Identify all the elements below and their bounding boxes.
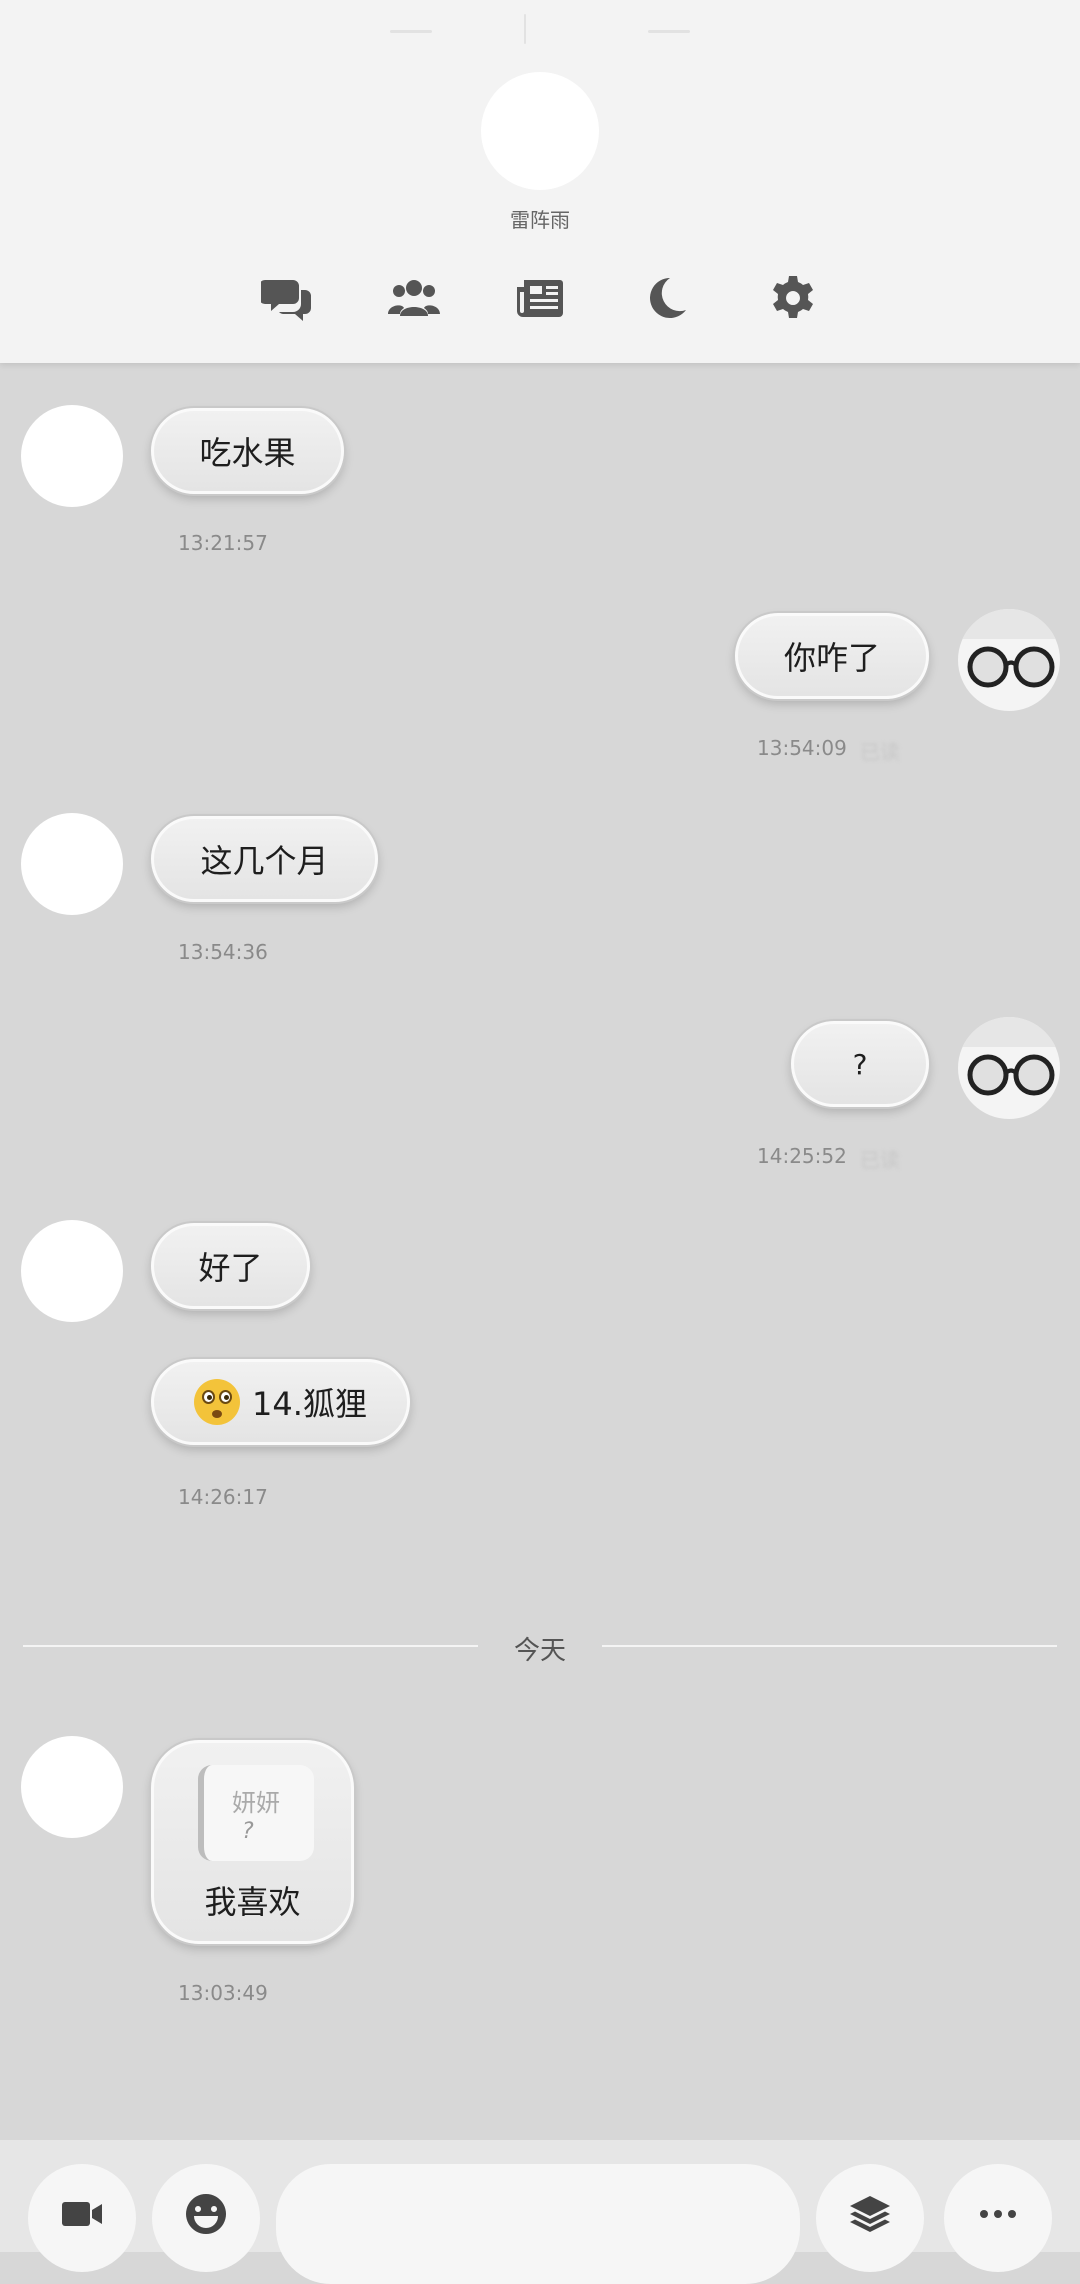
my-avatar[interactable]	[958, 1017, 1060, 1119]
quoted-text: ?	[242, 1819, 254, 1844]
emoji-icon	[186, 2194, 227, 2234]
contact-avatar[interactable]	[481, 72, 599, 190]
dark-mode-icon[interactable]	[638, 270, 694, 326]
reply-message-bubble[interactable]: 妍妍 ? 我喜欢	[151, 1740, 354, 1944]
input-bar	[0, 2140, 1080, 2284]
message-text: 我喜欢	[204, 1883, 301, 1921]
feed-icon[interactable]	[512, 270, 568, 326]
contact-avatar[interactable]	[21, 1220, 123, 1322]
divider-line	[602, 1645, 1057, 1647]
message-timestamp: 13:54:09	[757, 736, 847, 760]
message-bubble[interactable]: 好了	[151, 1223, 310, 1309]
contact-name: 雷阵雨	[510, 208, 570, 232]
more-icon	[980, 2210, 1016, 2218]
settings-icon[interactable]	[765, 270, 821, 326]
read-status: 已读	[860, 1148, 900, 1172]
my-avatar[interactable]	[958, 609, 1060, 711]
chat-icon[interactable]	[259, 270, 315, 326]
quoted-sender: 妍妍	[232, 1789, 280, 1817]
message-timestamp: 14:26:17	[178, 1485, 268, 1509]
message-input[interactable]	[276, 2164, 800, 2284]
message-timestamp: 13:21:57	[178, 531, 268, 555]
message-bubble[interactable]: 14.狐狸	[151, 1359, 410, 1445]
message-bubble[interactable]: ?	[791, 1021, 929, 1107]
video-call-icon	[62, 2202, 102, 2226]
layers-icon	[850, 2196, 890, 2232]
read-status: 已读	[860, 740, 900, 764]
glasses-icon	[958, 1017, 1060, 1096]
contact-avatar[interactable]	[21, 1736, 123, 1838]
message-timestamp: 13:03:49	[178, 1981, 268, 2005]
message-bubble[interactable]: 吃水果	[151, 408, 344, 494]
flushed-face-emoji	[194, 1379, 241, 1425]
chat-header: 雷阵雨	[0, 0, 1080, 363]
message-timestamp: 13:54:36	[178, 940, 268, 964]
video-call-button[interactable]	[28, 2164, 136, 2272]
layers-button[interactable]	[816, 2164, 924, 2272]
more-button[interactable]	[944, 2164, 1052, 2272]
divider-line	[23, 1645, 478, 1647]
message-list[interactable]: 吃水果 13:21:57 你咋了 13:54:09 已读 这几个月 13:54:…	[0, 363, 1080, 2140]
message-bubble[interactable]: 你咋了	[735, 613, 929, 699]
contact-avatar[interactable]	[21, 813, 123, 915]
status-bar-decoration	[648, 30, 690, 33]
contacts-icon[interactable]	[386, 270, 442, 326]
status-bar-decoration	[524, 14, 526, 44]
message-text: 14.狐狸	[252, 1385, 367, 1423]
emoji-button[interactable]	[152, 2164, 260, 2272]
message-bubble[interactable]: 这几个月	[151, 816, 378, 902]
contact-avatar[interactable]	[21, 405, 123, 507]
message-timestamp: 14:25:52	[757, 1144, 847, 1168]
date-divider: 今天	[513, 1636, 566, 1666]
quoted-message[interactable]: 妍妍 ?	[198, 1765, 314, 1861]
glasses-icon	[958, 609, 1060, 688]
status-bar-decoration	[390, 30, 432, 33]
